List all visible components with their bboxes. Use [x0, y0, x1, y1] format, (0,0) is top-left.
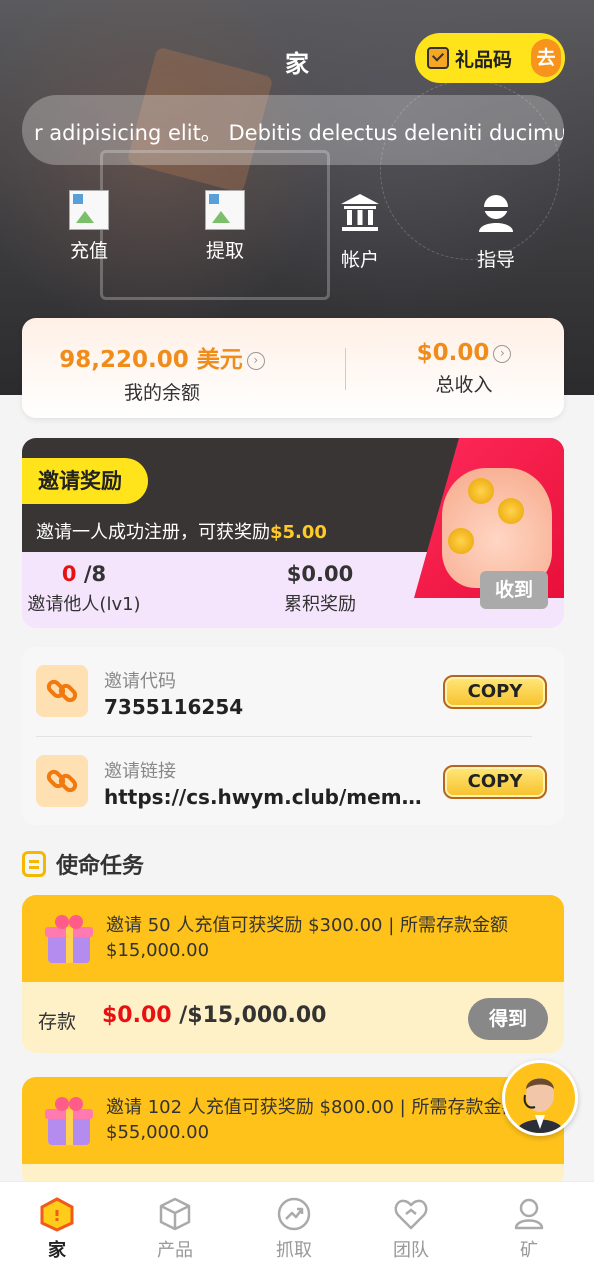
quick-account-label: 帐户	[340, 249, 379, 271]
nav-products-label: 产品	[157, 1240, 193, 1261]
invite-code-row: 邀请代码 7355116254 COPY	[22, 647, 564, 736]
nav-home-label: 家	[48, 1240, 66, 1261]
chevron-right-icon: ›	[493, 345, 512, 363]
home-icon	[40, 1197, 74, 1232]
quick-guide[interactable]: 指导	[441, 190, 551, 272]
get-reward-button[interactable]: 得到	[468, 998, 548, 1040]
income-column[interactable]: $0.00 › 总收入	[334, 340, 594, 397]
deposit-target: /$15,000.00	[171, 1003, 327, 1028]
invite-link-label: 邀请链接	[104, 761, 176, 782]
balance-label: 我的余额	[123, 382, 200, 404]
cube-icon	[159, 1197, 191, 1231]
bank-icon	[341, 194, 379, 231]
quick-account[interactable]: 帐户	[305, 190, 415, 272]
image-placeholder-icon	[205, 190, 245, 230]
invite-code-value: 7355116254	[104, 695, 244, 719]
link-icon	[36, 755, 88, 807]
coin-icon	[468, 478, 494, 504]
link-icon	[36, 665, 88, 717]
invite-link-value: https://cs.hwym.club/member/register?cod…	[104, 785, 424, 809]
invite-link-row: 邀请链接 https://cs.hwym.club/member/registe…	[22, 737, 564, 826]
balance-column[interactable]: 98,220.00 美元 › 我的余额	[32, 340, 292, 405]
gift-check-icon	[427, 47, 449, 69]
balance-card: 98,220.00 美元 › 我的余额 $0.00 › 总收入	[22, 318, 564, 418]
bottom-nav: 家 产品 抓取 团队 矿	[0, 1181, 594, 1285]
copy-code-button[interactable]: COPY	[443, 675, 547, 709]
marquee-text: r adipisicing elit。 Debitis delectus del…	[34, 121, 564, 145]
quick-recharge-label: 充值	[69, 240, 108, 262]
gift-box-icon	[45, 1097, 93, 1145]
invite-count: 0 /8 邀请他人(lv1)	[22, 562, 184, 616]
nav-team[interactable]: 团队	[352, 1196, 470, 1262]
trend-icon	[277, 1197, 311, 1231]
mission-card: 邀请 50 人充值可获奖励 $300.00 | 所需存款金额 $15,000.0…	[22, 895, 564, 1053]
mission-card: 邀请 102 人充值可获奖励 $800.00 | 所需存款金额 $55,000.…	[22, 1077, 564, 1187]
nav-grab[interactable]: 抓取	[235, 1196, 353, 1262]
gift-go-button[interactable]: 去	[531, 39, 561, 77]
customer-service-avatar[interactable]	[502, 1060, 578, 1136]
missions-heading: 使命任务	[22, 848, 144, 880]
quick-withdraw-label: 提取	[205, 240, 244, 262]
image-placeholder-icon	[69, 190, 109, 230]
invite-desc-text: 邀请一人成功注册，可获奖励	[36, 522, 270, 543]
invite-code-label: 邀请代码	[104, 671, 176, 692]
quick-withdraw[interactable]: 提取	[170, 190, 280, 263]
mission-description: 邀请 102 人充值可获奖励 $800.00 | 所需存款金额 $55,000.…	[106, 1097, 520, 1143]
mission-description: 邀请 50 人充值可获奖励 $300.00 | 所需存款金额 $15,000.0…	[106, 915, 509, 961]
nav-home[interactable]: 家	[0, 1196, 116, 1262]
chevron-right-icon: ›	[246, 352, 265, 370]
gift-code-label: 礼品码	[455, 48, 513, 71]
copy-link-button[interactable]: COPY	[443, 765, 547, 799]
nav-mine-label: 矿	[520, 1240, 538, 1261]
list-icon	[22, 851, 46, 877]
support-agent-icon	[515, 1078, 565, 1133]
coin-icon	[448, 528, 474, 554]
user-icon	[514, 1198, 544, 1230]
invite-count-total: /8	[76, 562, 107, 586]
balance-amount: 98,220.00 美元	[59, 347, 243, 373]
deposit-label: 存款	[38, 1011, 77, 1033]
invite-codes-card: 邀请代码 7355116254 COPY 邀请链接 https://cs.hwy…	[22, 647, 564, 825]
accumulated-value: $0.00	[286, 562, 354, 586]
invite-description: 邀请一人成功注册，可获奖励$5.00	[36, 518, 327, 544]
quick-guide-label: 指导	[476, 249, 515, 271]
collect-button[interactable]: 收到	[480, 571, 548, 609]
deposit-progress: $0.00 /$15,000.00	[102, 1003, 326, 1028]
deposit-current: $0.00	[102, 1003, 172, 1028]
invite-desc-reward: $5.00	[270, 522, 327, 543]
user-guide-icon	[479, 195, 513, 232]
quick-recharge[interactable]: 充值	[34, 190, 144, 263]
invite-reward-card: 邀请奖励 邀请一人成功注册，可获奖励$5.00 0 /8 邀请他人(lv1) $…	[22, 438, 564, 628]
accumulated-reward: $0.00 累积奖励	[220, 562, 420, 616]
invite-count-label: 邀请他人(lv1)	[27, 594, 141, 615]
coin-icon	[498, 498, 524, 524]
announcement-marquee[interactable]: r adipisicing elit。 Debitis delectus del…	[22, 95, 564, 165]
handshake-heart-icon	[394, 1199, 428, 1230]
nav-products[interactable]: 产品	[116, 1196, 234, 1262]
gift-box-icon	[45, 915, 93, 963]
income-label: 总收入	[435, 374, 493, 396]
invite-count-current: 0	[61, 562, 77, 586]
invite-tag: 邀请奖励	[22, 458, 148, 504]
income-amount: $0.00	[416, 340, 490, 366]
nav-team-label: 团队	[393, 1240, 429, 1261]
nav-mine[interactable]: 矿	[470, 1196, 588, 1262]
missions-title: 使命任务	[56, 854, 145, 879]
gift-code-button[interactable]: 礼品码 去	[415, 33, 565, 83]
nav-grab-label: 抓取	[276, 1240, 312, 1261]
accumulated-label: 累积奖励	[284, 594, 356, 615]
